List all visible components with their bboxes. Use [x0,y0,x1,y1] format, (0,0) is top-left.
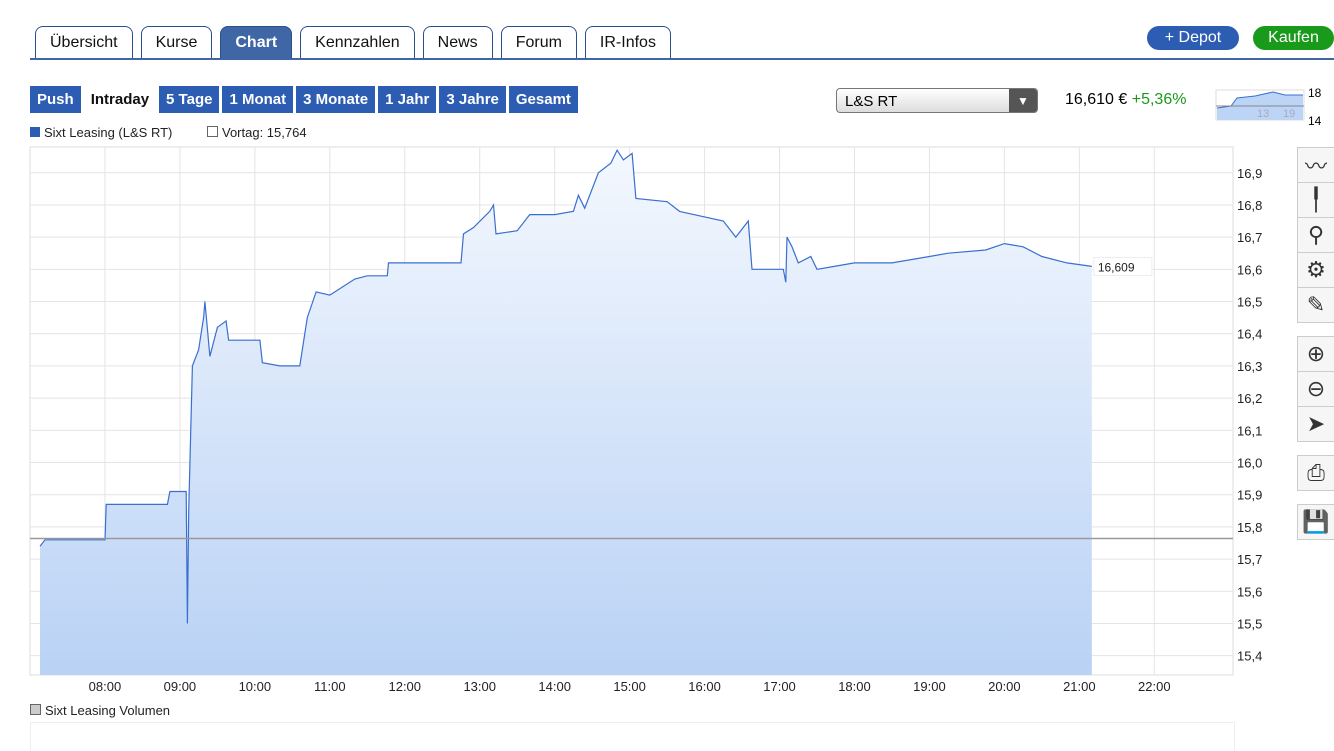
x-tick-label: 19:00 [913,679,946,694]
y-tick-label: 16,9 [1237,166,1262,181]
legend-swatch [30,704,41,715]
x-tick-label: 11:00 [314,679,346,694]
x-tick-label: 09:00 [164,679,197,694]
y-tick-label: 16,4 [1237,327,1262,342]
x-tick-label: 17:00 [763,679,796,694]
y-tick-label: 16,8 [1237,198,1262,213]
x-tick-label: 16:00 [688,679,721,694]
indicator-icon[interactable]: ⚲ [1297,217,1334,253]
y-tick-label: 15,8 [1237,520,1262,535]
y-tick-label: 16,7 [1237,230,1262,245]
draw-icon[interactable]: ✎ [1297,287,1334,323]
mini-y-top: 18 [1308,86,1322,100]
legend-volume-label: Sixt Leasing Volumen [45,703,171,718]
y-tick-label: 16,5 [1237,295,1262,310]
save-icon[interactable]: 💾 [1297,504,1334,540]
chart-toolbar: 〰 ╿ ⚲ ⚙ ✎ ⊕ ⊖ ➤ ⎙ 💾 [1297,147,1334,540]
x-tick-label: 15:00 [613,679,646,694]
settings-icon[interactable]: ⚙ [1297,252,1334,288]
x-tick-label: 20:00 [988,679,1021,694]
mini-y-bottom: 14 [1308,114,1322,126]
x-tick-label: 22:00 [1138,679,1171,694]
y-tick-label: 15,4 [1237,649,1262,664]
y-tick-label: 15,5 [1237,616,1262,631]
y-tick-label: 16,0 [1237,456,1262,471]
x-tick-label: 21:00 [1063,679,1096,694]
y-tick-label: 16,1 [1237,423,1262,438]
x-tick-label: 08:00 [89,679,122,694]
x-tick-label: 14:00 [538,679,571,694]
y-tick-label: 15,7 [1237,552,1262,567]
x-tick-label: 12:00 [388,679,421,694]
print-icon[interactable]: ⎙ [1297,455,1334,491]
zoom-in-icon[interactable]: ⊕ [1297,336,1334,372]
y-tick-label: 15,9 [1237,488,1262,503]
x-tick-label: 10:00 [239,679,272,694]
pointer-icon[interactable]: ➤ [1297,406,1334,442]
y-tick-label: 16,6 [1237,262,1262,277]
y-tick-label: 16,3 [1237,359,1262,374]
y-tick-label: 15,6 [1237,584,1262,599]
zoom-out-icon[interactable]: ⊖ [1297,371,1334,407]
y-tick-label: 16,2 [1237,391,1262,406]
x-tick-label: 18:00 [838,679,871,694]
legend-volume[interactable]: Sixt Leasing Volumen [30,703,170,718]
x-tick-label: 13:00 [463,679,496,694]
volume-panel [30,722,1235,751]
line-chart-icon[interactable]: 〰 [1297,147,1334,183]
ohlc-chart-icon[interactable]: ╿ [1297,182,1334,218]
last-price-label: 16,609 [1098,260,1135,274]
price-chart[interactable]: 08:00 09:00 10:00 11:00 12:00 13:00 14:00 15:00… [0,0,1297,700]
